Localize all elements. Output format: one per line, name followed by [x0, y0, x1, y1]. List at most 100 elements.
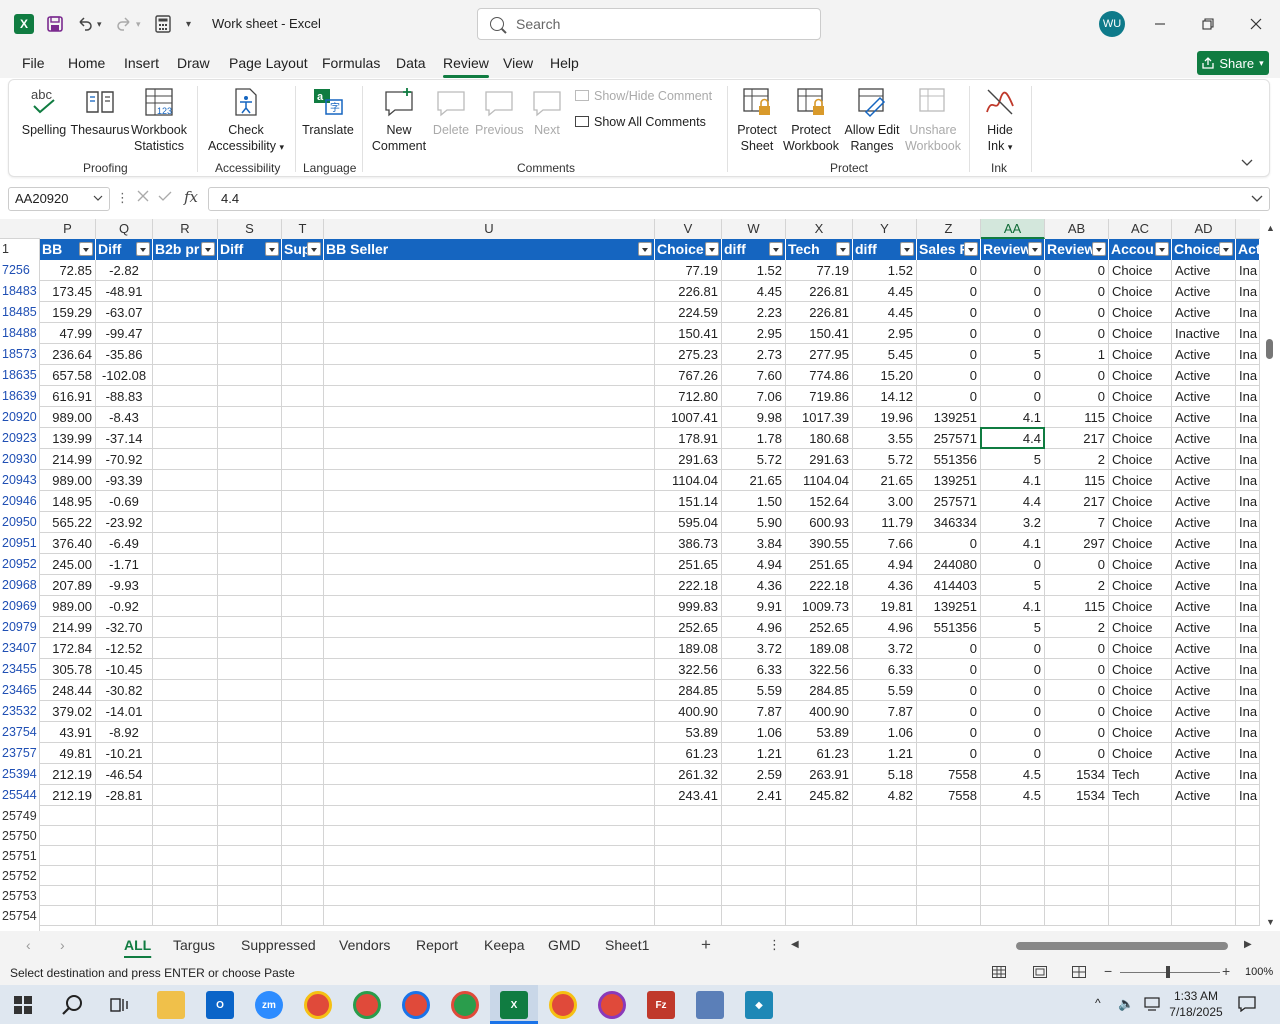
- table-cell[interactable]: 217: [1045, 491, 1109, 512]
- column-header-t[interactable]: T: [282, 219, 324, 239]
- table-cell[interactable]: Active: [1172, 533, 1236, 554]
- table-cell[interactable]: Choice: [1109, 680, 1172, 701]
- table-cell[interactable]: 5: [981, 617, 1045, 638]
- table-cell[interactable]: 1.50: [722, 491, 786, 512]
- row-header[interactable]: 25394: [0, 764, 40, 785]
- table-cell[interactable]: 11.79: [853, 512, 917, 533]
- sheet-tab-gmd[interactable]: GMD: [548, 937, 581, 953]
- table-cell[interactable]: 4.1: [981, 596, 1045, 617]
- table-cell[interactable]: 251.65: [786, 554, 853, 575]
- table-cell[interactable]: [218, 743, 282, 764]
- table-cell[interactable]: 3.00: [853, 491, 917, 512]
- table-cell[interactable]: 4.1: [981, 533, 1045, 554]
- table-cell[interactable]: Active: [1172, 764, 1236, 785]
- empty-cell[interactable]: [282, 886, 324, 906]
- table-cell[interactable]: 207.89: [40, 575, 96, 596]
- calculator-icon[interactable]: [155, 12, 171, 36]
- empty-cell[interactable]: [153, 806, 218, 826]
- table-cell[interactable]: 774.86: [786, 365, 853, 386]
- empty-cell[interactable]: [1045, 826, 1109, 846]
- table-cell[interactable]: 172.84: [40, 638, 96, 659]
- table-cell[interactable]: 159.29: [40, 302, 96, 323]
- table-cell[interactable]: 4.96: [722, 617, 786, 638]
- sheet-options-icon[interactable]: ⋮: [768, 937, 781, 953]
- sheet-tab-suppressed[interactable]: Suppressed: [241, 937, 316, 953]
- table-cell[interactable]: 6.33: [853, 659, 917, 680]
- empty-cell[interactable]: [981, 886, 1045, 906]
- table-cell[interactable]: [218, 722, 282, 743]
- table-cell[interactable]: 322.56: [655, 659, 722, 680]
- normal-view-icon[interactable]: [992, 966, 1006, 981]
- table-cell[interactable]: Ina: [1236, 680, 1260, 701]
- table-cell[interactable]: -10.45: [96, 659, 153, 680]
- table-cell[interactable]: -6.49: [96, 533, 153, 554]
- hide-ink-button[interactable]: Hide Ink ▾: [975, 86, 1025, 155]
- table-cell[interactable]: Ina: [1236, 722, 1260, 743]
- next-comment-button[interactable]: Next: [527, 86, 567, 138]
- empty-cell[interactable]: [853, 866, 917, 886]
- table-cell[interactable]: 0: [981, 260, 1045, 281]
- table-cell[interactable]: [153, 764, 218, 785]
- filter-dropdown-icon[interactable]: [79, 242, 93, 256]
- table-cell[interactable]: 657.58: [40, 365, 96, 386]
- empty-cell[interactable]: [722, 906, 786, 926]
- row-header[interactable]: 20969: [0, 596, 40, 617]
- table-cell[interactable]: 139251: [917, 470, 981, 491]
- table-cell[interactable]: 2: [1045, 575, 1109, 596]
- row-header[interactable]: 20968: [0, 575, 40, 596]
- table-cell[interactable]: 1534: [1045, 785, 1109, 806]
- insert-function-icon[interactable]: fx: [184, 188, 198, 206]
- zoom-slider[interactable]: [1120, 972, 1220, 973]
- menu-insert[interactable]: Insert: [124, 55, 159, 71]
- page-break-view-icon[interactable]: [1072, 966, 1086, 981]
- table-cell[interactable]: Ina: [1236, 575, 1260, 596]
- table-cell[interactable]: [218, 470, 282, 491]
- table-cell[interactable]: [153, 512, 218, 533]
- table-cell[interactable]: -0.92: [96, 596, 153, 617]
- table-cell[interactable]: Choice: [1109, 743, 1172, 764]
- table-cell[interactable]: Active: [1172, 491, 1236, 512]
- table-cell[interactable]: 257571: [917, 428, 981, 449]
- menu-draw[interactable]: Draw: [177, 55, 210, 71]
- table-cell[interactable]: 5: [981, 449, 1045, 470]
- table-cell[interactable]: -10.21: [96, 743, 153, 764]
- new-comment-button[interactable]: New Comment: [369, 86, 429, 154]
- table-cell[interactable]: [282, 344, 324, 365]
- column-header-p[interactable]: P: [40, 219, 96, 239]
- table-cell[interactable]: 4.1: [981, 470, 1045, 491]
- table-cell[interactable]: Active: [1172, 344, 1236, 365]
- filter-dropdown-icon[interactable]: [900, 242, 914, 256]
- filter-dropdown-icon[interactable]: [769, 242, 783, 256]
- empty-cell[interactable]: [153, 846, 218, 866]
- table-cell[interactable]: [324, 596, 655, 617]
- empty-cell[interactable]: [853, 886, 917, 906]
- table-cell[interactable]: Choice: [1109, 449, 1172, 470]
- table-cell[interactable]: Active: [1172, 722, 1236, 743]
- table-cell[interactable]: Ina: [1236, 596, 1260, 617]
- name-box[interactable]: AA20920: [8, 187, 110, 211]
- task-view-icon[interactable]: [110, 996, 128, 1017]
- table-cell[interactable]: 5.59: [722, 680, 786, 701]
- table-cell[interactable]: [282, 764, 324, 785]
- empty-cell[interactable]: [1236, 806, 1260, 826]
- filter-dropdown-icon[interactable]: [1028, 242, 1042, 256]
- row-header[interactable]: 23532: [0, 701, 40, 722]
- row-header[interactable]: 25752: [0, 866, 40, 886]
- empty-cell[interactable]: [655, 886, 722, 906]
- scroll-tabs-right-icon[interactable]: ›: [60, 937, 65, 953]
- empty-cell[interactable]: [655, 906, 722, 926]
- menu-review[interactable]: Review: [443, 55, 489, 78]
- table-cell[interactable]: [324, 512, 655, 533]
- table-cell[interactable]: 0: [917, 386, 981, 407]
- table-cell[interactable]: Ina: [1236, 617, 1260, 638]
- table-cell[interactable]: 5.59: [853, 680, 917, 701]
- table-cell[interactable]: -1.71: [96, 554, 153, 575]
- table-cell[interactable]: [282, 743, 324, 764]
- show-hide-comment-button[interactable]: Show/Hide Comment: [575, 88, 725, 104]
- table-cell[interactable]: -0.69: [96, 491, 153, 512]
- table-cell[interactable]: 1104.04: [786, 470, 853, 491]
- minimize-icon[interactable]: [1148, 12, 1172, 36]
- name-box-dropdown-icon[interactable]: [93, 188, 103, 210]
- table-cell[interactable]: 61.23: [786, 743, 853, 764]
- row-header[interactable]: 20943: [0, 470, 40, 491]
